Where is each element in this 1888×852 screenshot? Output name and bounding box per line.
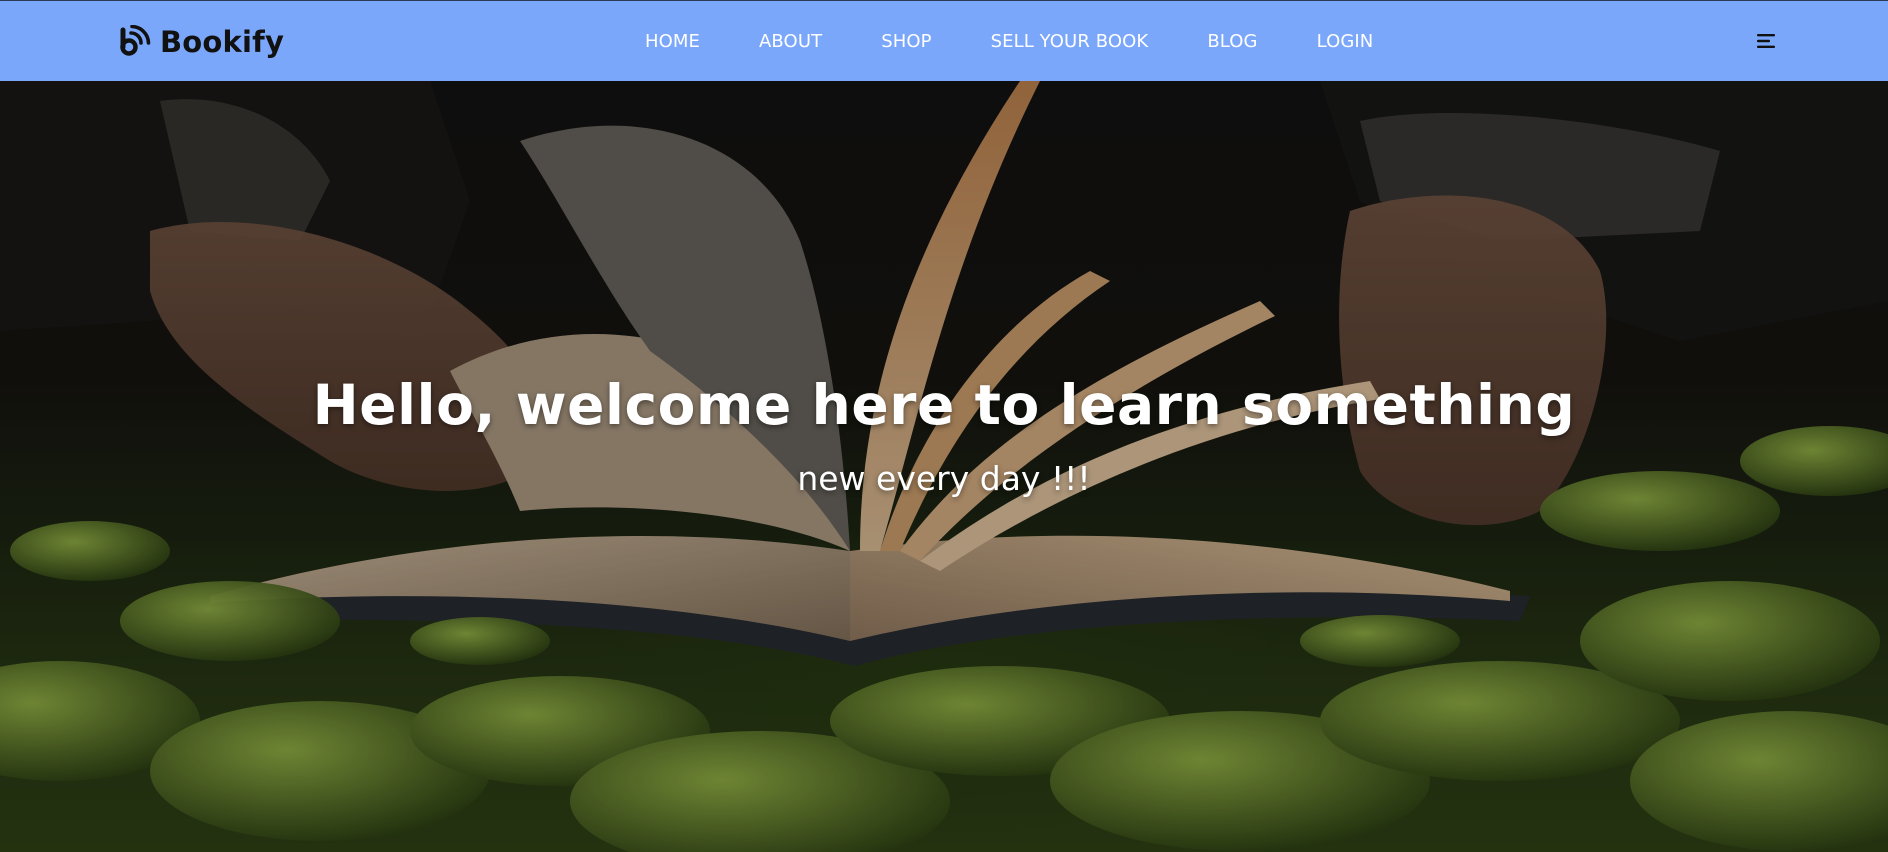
brand-logo-link[interactable]: Bookify bbox=[118, 24, 284, 60]
nav-link-about[interactable]: ABOUT bbox=[759, 31, 822, 52]
hamburger-menu-icon[interactable] bbox=[1755, 31, 1777, 51]
navbar: Bookify HOME ABOUT SHOP SELL YOUR BOOK B… bbox=[0, 0, 1888, 81]
nav-link-login[interactable]: LOGIN bbox=[1317, 31, 1374, 52]
nav-link-blog[interactable]: BLOG bbox=[1207, 31, 1257, 52]
main-navigation: HOME ABOUT SHOP SELL YOUR BOOK BLOG LOGI… bbox=[645, 1, 1373, 81]
brand-name: Bookify bbox=[160, 25, 285, 59]
bookify-logo-icon bbox=[120, 25, 151, 56]
nav-link-shop[interactable]: SHOP bbox=[881, 31, 931, 52]
nav-link-sell-your-book[interactable]: SELL YOUR BOOK bbox=[991, 31, 1149, 52]
nav-link-home[interactable]: HOME bbox=[645, 31, 700, 52]
hero-subtitle: new every day !!! bbox=[797, 459, 1091, 498]
hero-title: Hello, welcome here to learn something bbox=[312, 373, 1576, 437]
hero-section: Hello, welcome here to learn something n… bbox=[0, 81, 1888, 852]
